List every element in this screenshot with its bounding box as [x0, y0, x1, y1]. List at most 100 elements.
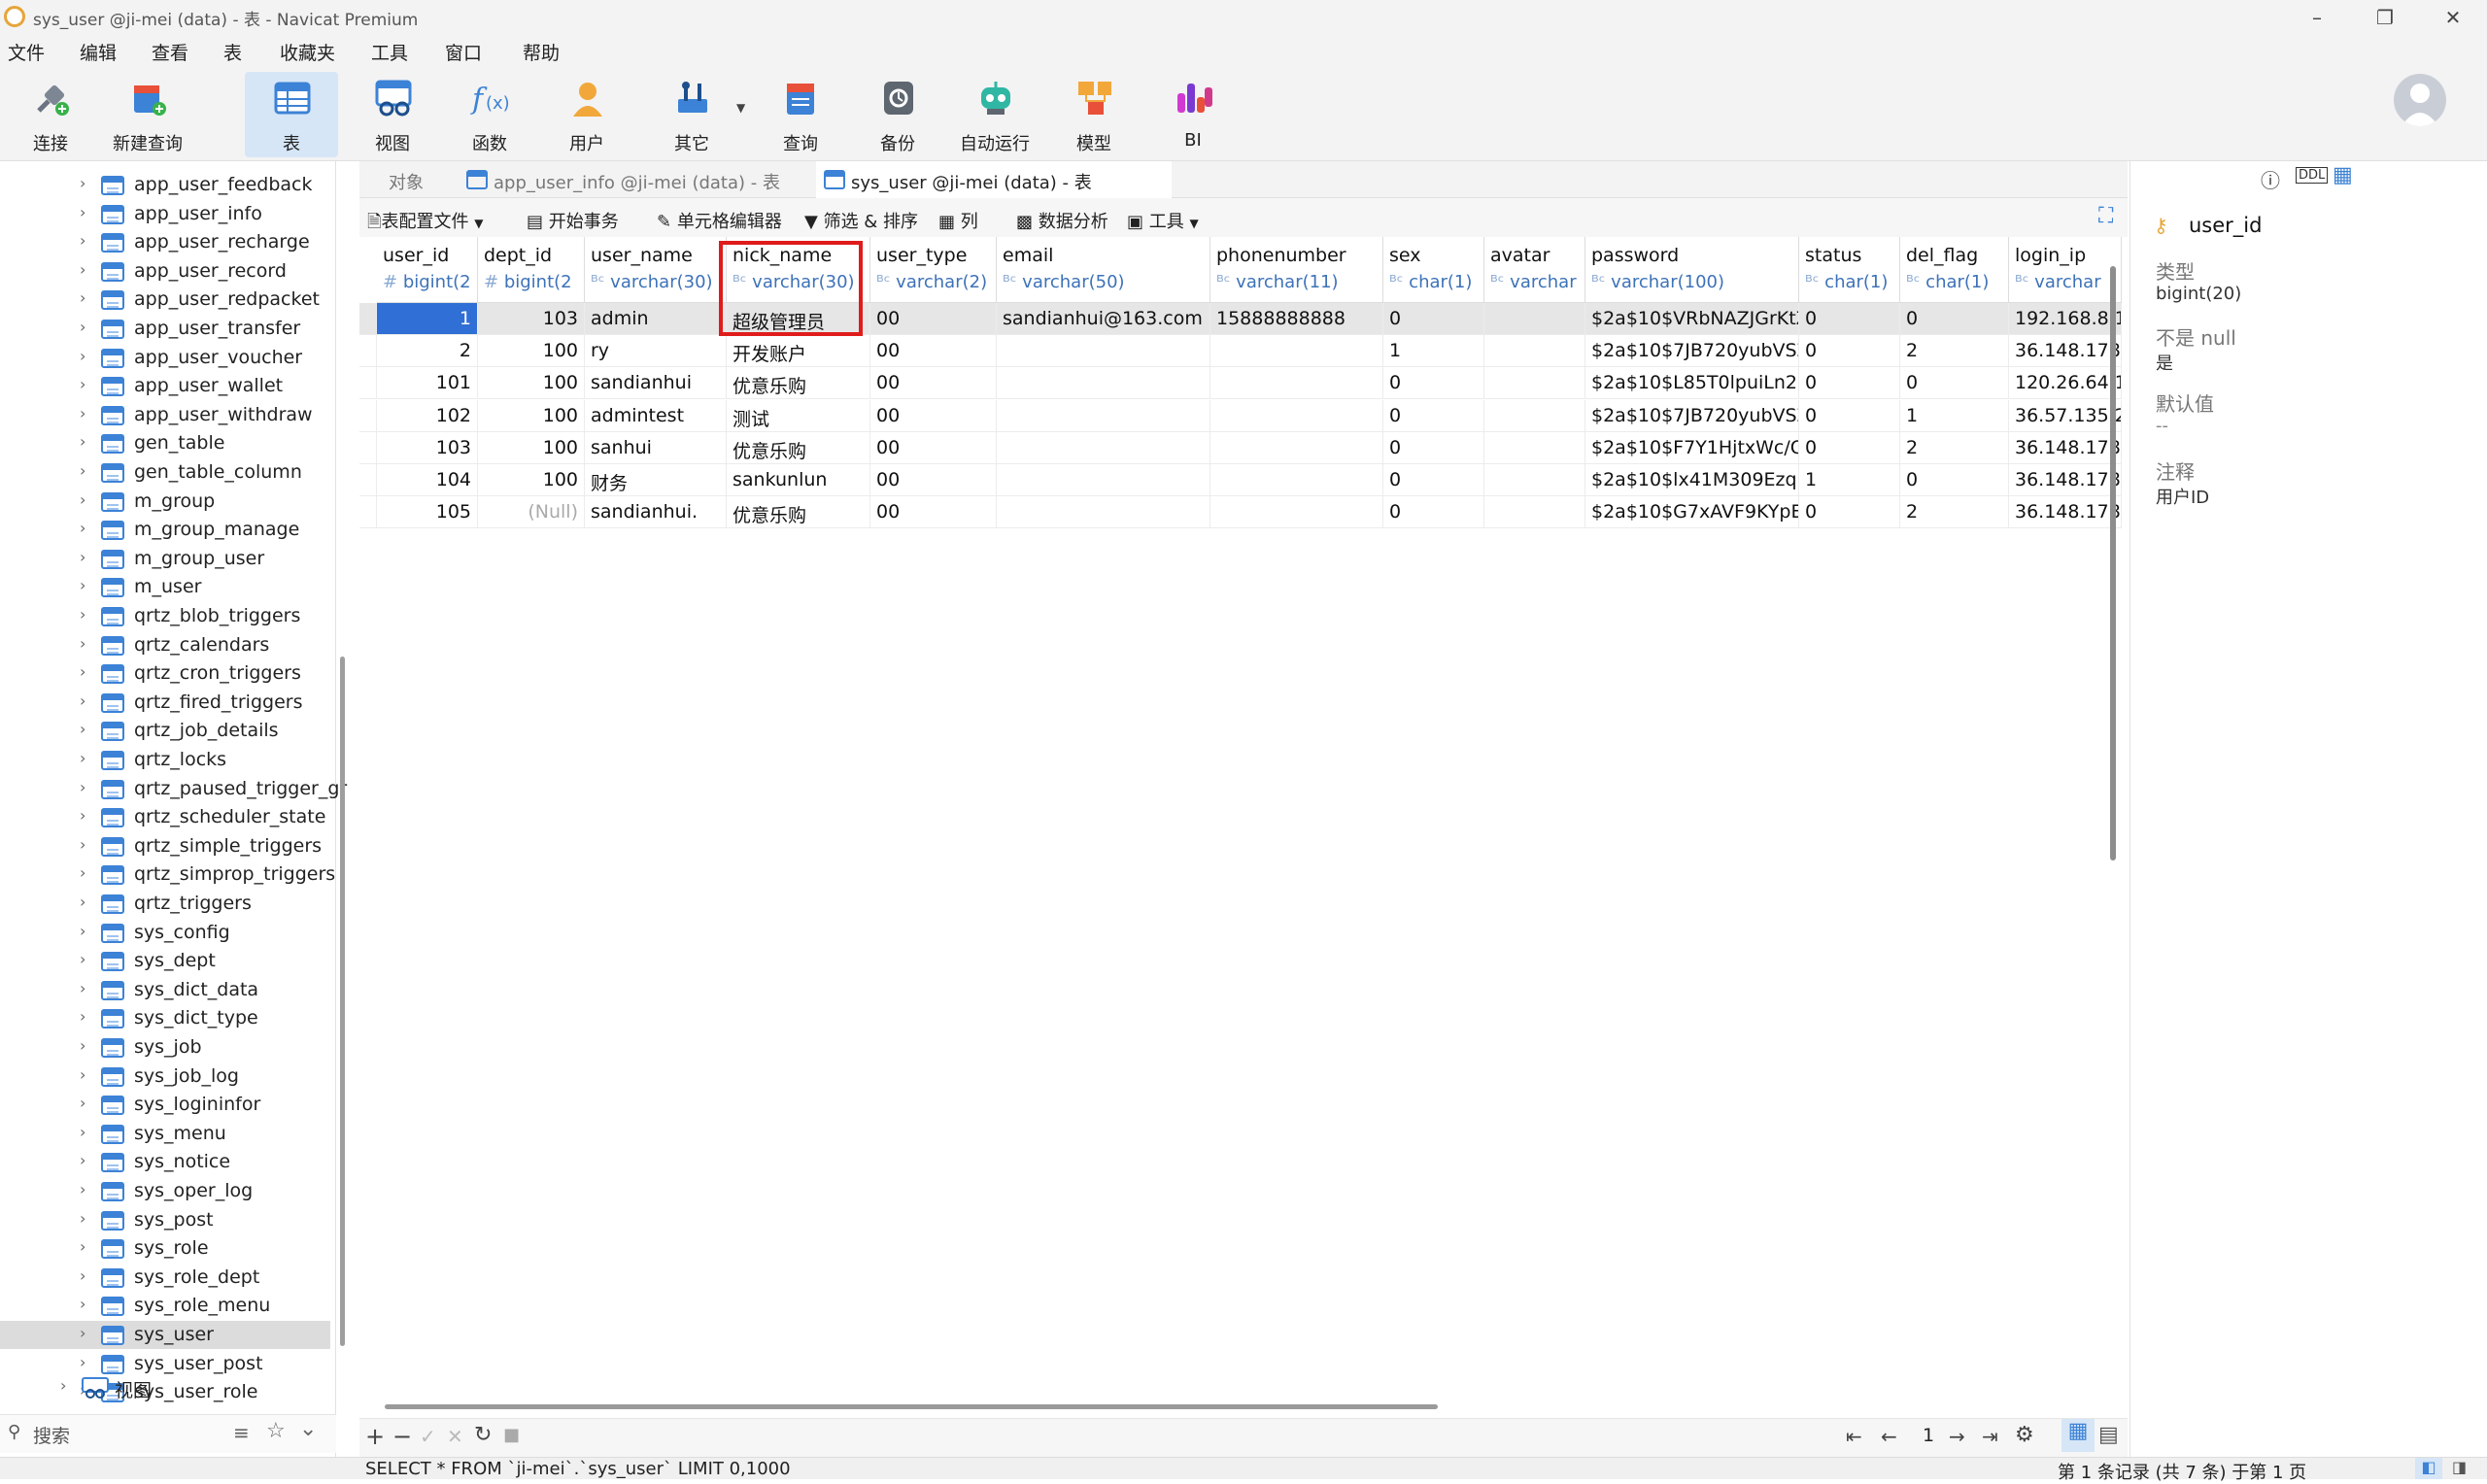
- column-header-login-ip[interactable]: login_ip ᴮᶜ varchar: [2009, 237, 2122, 303]
- cell-user-type[interactable]: 00: [870, 367, 997, 400]
- cell-user-id[interactable]: 1: [377, 303, 478, 335]
- column-header-password[interactable]: password ᴮᶜ varchar(100): [1585, 237, 1799, 303]
- cell-sex[interactable]: 0: [1383, 303, 1484, 335]
- chevron-right-icon[interactable]: ›: [80, 662, 85, 681]
- grid-view-button[interactable]: ▦: [2061, 1419, 2095, 1452]
- cell-phonenumber[interactable]: [1210, 496, 1383, 529]
- cell-del-flag[interactable]: 2: [1900, 431, 2009, 464]
- cell-sex[interactable]: 0: [1383, 464, 1484, 496]
- chevron-right-icon[interactable]: ›: [80, 1151, 85, 1169]
- cell-login-ip[interactable]: 36.148.178: [2009, 496, 2122, 529]
- chevron-right-icon[interactable]: ›: [80, 174, 85, 192]
- sidebar-item-app-user-info[interactable]: › app_user_info: [0, 200, 330, 228]
- chevron-right-icon[interactable]: ›: [80, 1295, 85, 1313]
- other-button[interactable]: 其它: [645, 72, 738, 157]
- sidebar-item-sys-role-menu[interactable]: › sys_role_menu: [0, 1292, 330, 1320]
- cell-login-ip[interactable]: 36.148.178: [2009, 464, 2122, 496]
- cell-dept-id[interactable]: 100: [478, 367, 585, 400]
- column-header-dept-id[interactable]: dept_id # bigint(2: [478, 237, 585, 303]
- cell-sex[interactable]: 0: [1383, 431, 1484, 464]
- cell-avatar[interactable]: [1484, 303, 1585, 335]
- column-header-status[interactable]: status ᴮᶜ char(1): [1799, 237, 1900, 303]
- chevron-right-icon[interactable]: ›: [80, 1237, 85, 1256]
- row-marker[interactable]: [359, 399, 377, 432]
- page-number-input[interactable]: 1: [1914, 1425, 1943, 1446]
- sidebar-item-qrtz-simprop-triggers[interactable]: › qrtz_simprop_triggers: [0, 860, 335, 889]
- cell-sex[interactable]: 0: [1383, 367, 1484, 400]
- stop-button[interactable]: ■: [503, 1425, 520, 1445]
- cell-login-ip[interactable]: 192.168.8.1: [2009, 303, 2122, 335]
- filter-icon[interactable]: ≡: [233, 1421, 250, 1444]
- cell-nick-name[interactable]: 测试: [727, 399, 870, 432]
- cell-user-name[interactable]: sandianhui.: [585, 496, 727, 529]
- cell-avatar[interactable]: [1484, 335, 1585, 368]
- cell-user-name[interactable]: sanhui: [585, 431, 727, 464]
- chevron-right-icon[interactable]: ›: [80, 720, 85, 738]
- tools-dropdown-button[interactable]: ▣ 工具 ▼: [1127, 208, 1199, 233]
- chevron-right-icon[interactable]: ›: [80, 231, 85, 250]
- chevron-right-icon[interactable]: ›: [80, 605, 85, 624]
- column-header-avatar[interactable]: avatar ᴮᶜ varchar: [1484, 237, 1585, 303]
- cell-status[interactable]: 0: [1799, 303, 1900, 335]
- sidebar-item-sys-role-dept[interactable]: › sys_role_dept: [0, 1264, 330, 1292]
- chevron-right-icon[interactable]: ›: [60, 1376, 66, 1395]
- cell-email[interactable]: sandianhui@163.com: [997, 303, 1210, 335]
- collapse-icon[interactable]: ⌄: [299, 1417, 317, 1441]
- sidebar-item-app-user-recharge[interactable]: › app_user_recharge: [0, 228, 330, 256]
- cell-avatar[interactable]: [1484, 464, 1585, 496]
- cell-user-id[interactable]: 102: [377, 399, 478, 432]
- chevron-right-icon[interactable]: ›: [80, 432, 85, 451]
- sidebar-item-app-user-redpacket[interactable]: › app_user_redpacket: [0, 286, 330, 314]
- chevron-right-icon[interactable]: ›: [80, 1065, 85, 1084]
- cell-avatar[interactable]: [1484, 496, 1585, 529]
- account-avatar[interactable]: [2394, 74, 2446, 126]
- data-analysis-button[interactable]: ▩ 数据分析: [1016, 208, 1108, 233]
- chevron-right-icon[interactable]: ›: [80, 288, 85, 307]
- chevron-right-icon[interactable]: ›: [80, 347, 85, 365]
- chevron-right-icon[interactable]: ›: [80, 806, 85, 825]
- menu-help[interactable]: 帮助: [523, 39, 560, 65]
- sidebar-item-m-group[interactable]: › m_group: [0, 488, 330, 516]
- chevron-right-icon[interactable]: ›: [80, 1123, 85, 1141]
- cell-user-name[interactable]: 财务: [585, 464, 727, 496]
- other-dropdown-icon[interactable]: ▼: [736, 101, 745, 115]
- cell-avatar[interactable]: [1484, 399, 1585, 432]
- chevron-right-icon[interactable]: ›: [80, 893, 85, 911]
- sidebar-item-app-user-record[interactable]: › app_user_record: [0, 257, 330, 286]
- sidebar-item-gen-table-column[interactable]: › gen_table_column: [0, 458, 330, 487]
- sidebar-item-sys-oper-log[interactable]: › sys_oper_log: [0, 1177, 330, 1205]
- menu-favorites[interactable]: 收藏夹: [280, 39, 335, 65]
- sidebar-item-app-user-withdraw[interactable]: › app_user_withdraw: [0, 401, 330, 429]
- cell-sex[interactable]: 0: [1383, 496, 1484, 529]
- sidebar-item-app-user-voucher[interactable]: › app_user_voucher: [0, 344, 330, 372]
- backup-button[interactable]: 备份: [851, 72, 944, 157]
- cell-password[interactable]: $2a$10$F7Y1HjtxWc/O: [1585, 431, 1799, 464]
- cell-avatar[interactable]: [1484, 367, 1585, 400]
- user-button[interactable]: 用户: [540, 72, 633, 157]
- cell-phonenumber[interactable]: [1210, 335, 1383, 368]
- cell-user-name[interactable]: admin: [585, 303, 727, 335]
- chevron-right-icon[interactable]: ›: [80, 1094, 85, 1112]
- tab-app-user-info[interactable]: app_user_info @ji-mei (data) - 表: [459, 161, 812, 198]
- cell-login-ip[interactable]: 36.148.178: [2009, 431, 2122, 464]
- cell-dept-id[interactable]: 100: [478, 335, 585, 368]
- settings-gear-icon[interactable]: ⚙: [2015, 1423, 2034, 1447]
- search-input[interactable]: 搜索: [33, 1422, 70, 1448]
- sidebar-item-sys-notice[interactable]: › sys_notice: [0, 1148, 330, 1176]
- model-button[interactable]: 模型: [1047, 72, 1141, 157]
- sidebar-scrollbar[interactable]: [340, 657, 345, 1346]
- menu-view[interactable]: 查看: [152, 39, 188, 65]
- table-button[interactable]: 表: [245, 72, 338, 157]
- sidebar-item-sys-job-log[interactable]: › sys_job_log: [0, 1062, 330, 1091]
- sidebar-item-sys-post[interactable]: › sys_post: [0, 1206, 330, 1234]
- chevron-right-icon[interactable]: ›: [80, 1007, 85, 1026]
- columns-button[interactable]: ▦ 列: [938, 208, 978, 233]
- cell-editor-button[interactable]: ✎ 单元格编辑器: [657, 208, 782, 233]
- chevron-right-icon[interactable]: ›: [80, 950, 85, 968]
- cell-login-ip[interactable]: 36.57.135.2: [2009, 399, 2122, 432]
- cell-nick-name[interactable]: sankunlun: [727, 464, 870, 496]
- cell-password[interactable]: $2a$10$L85T0lpuiLn20: [1585, 367, 1799, 400]
- cell-user-type[interactable]: 00: [870, 464, 997, 496]
- cell-del-flag[interactable]: 0: [1900, 464, 2009, 496]
- query-button[interactable]: 查询: [754, 72, 847, 157]
